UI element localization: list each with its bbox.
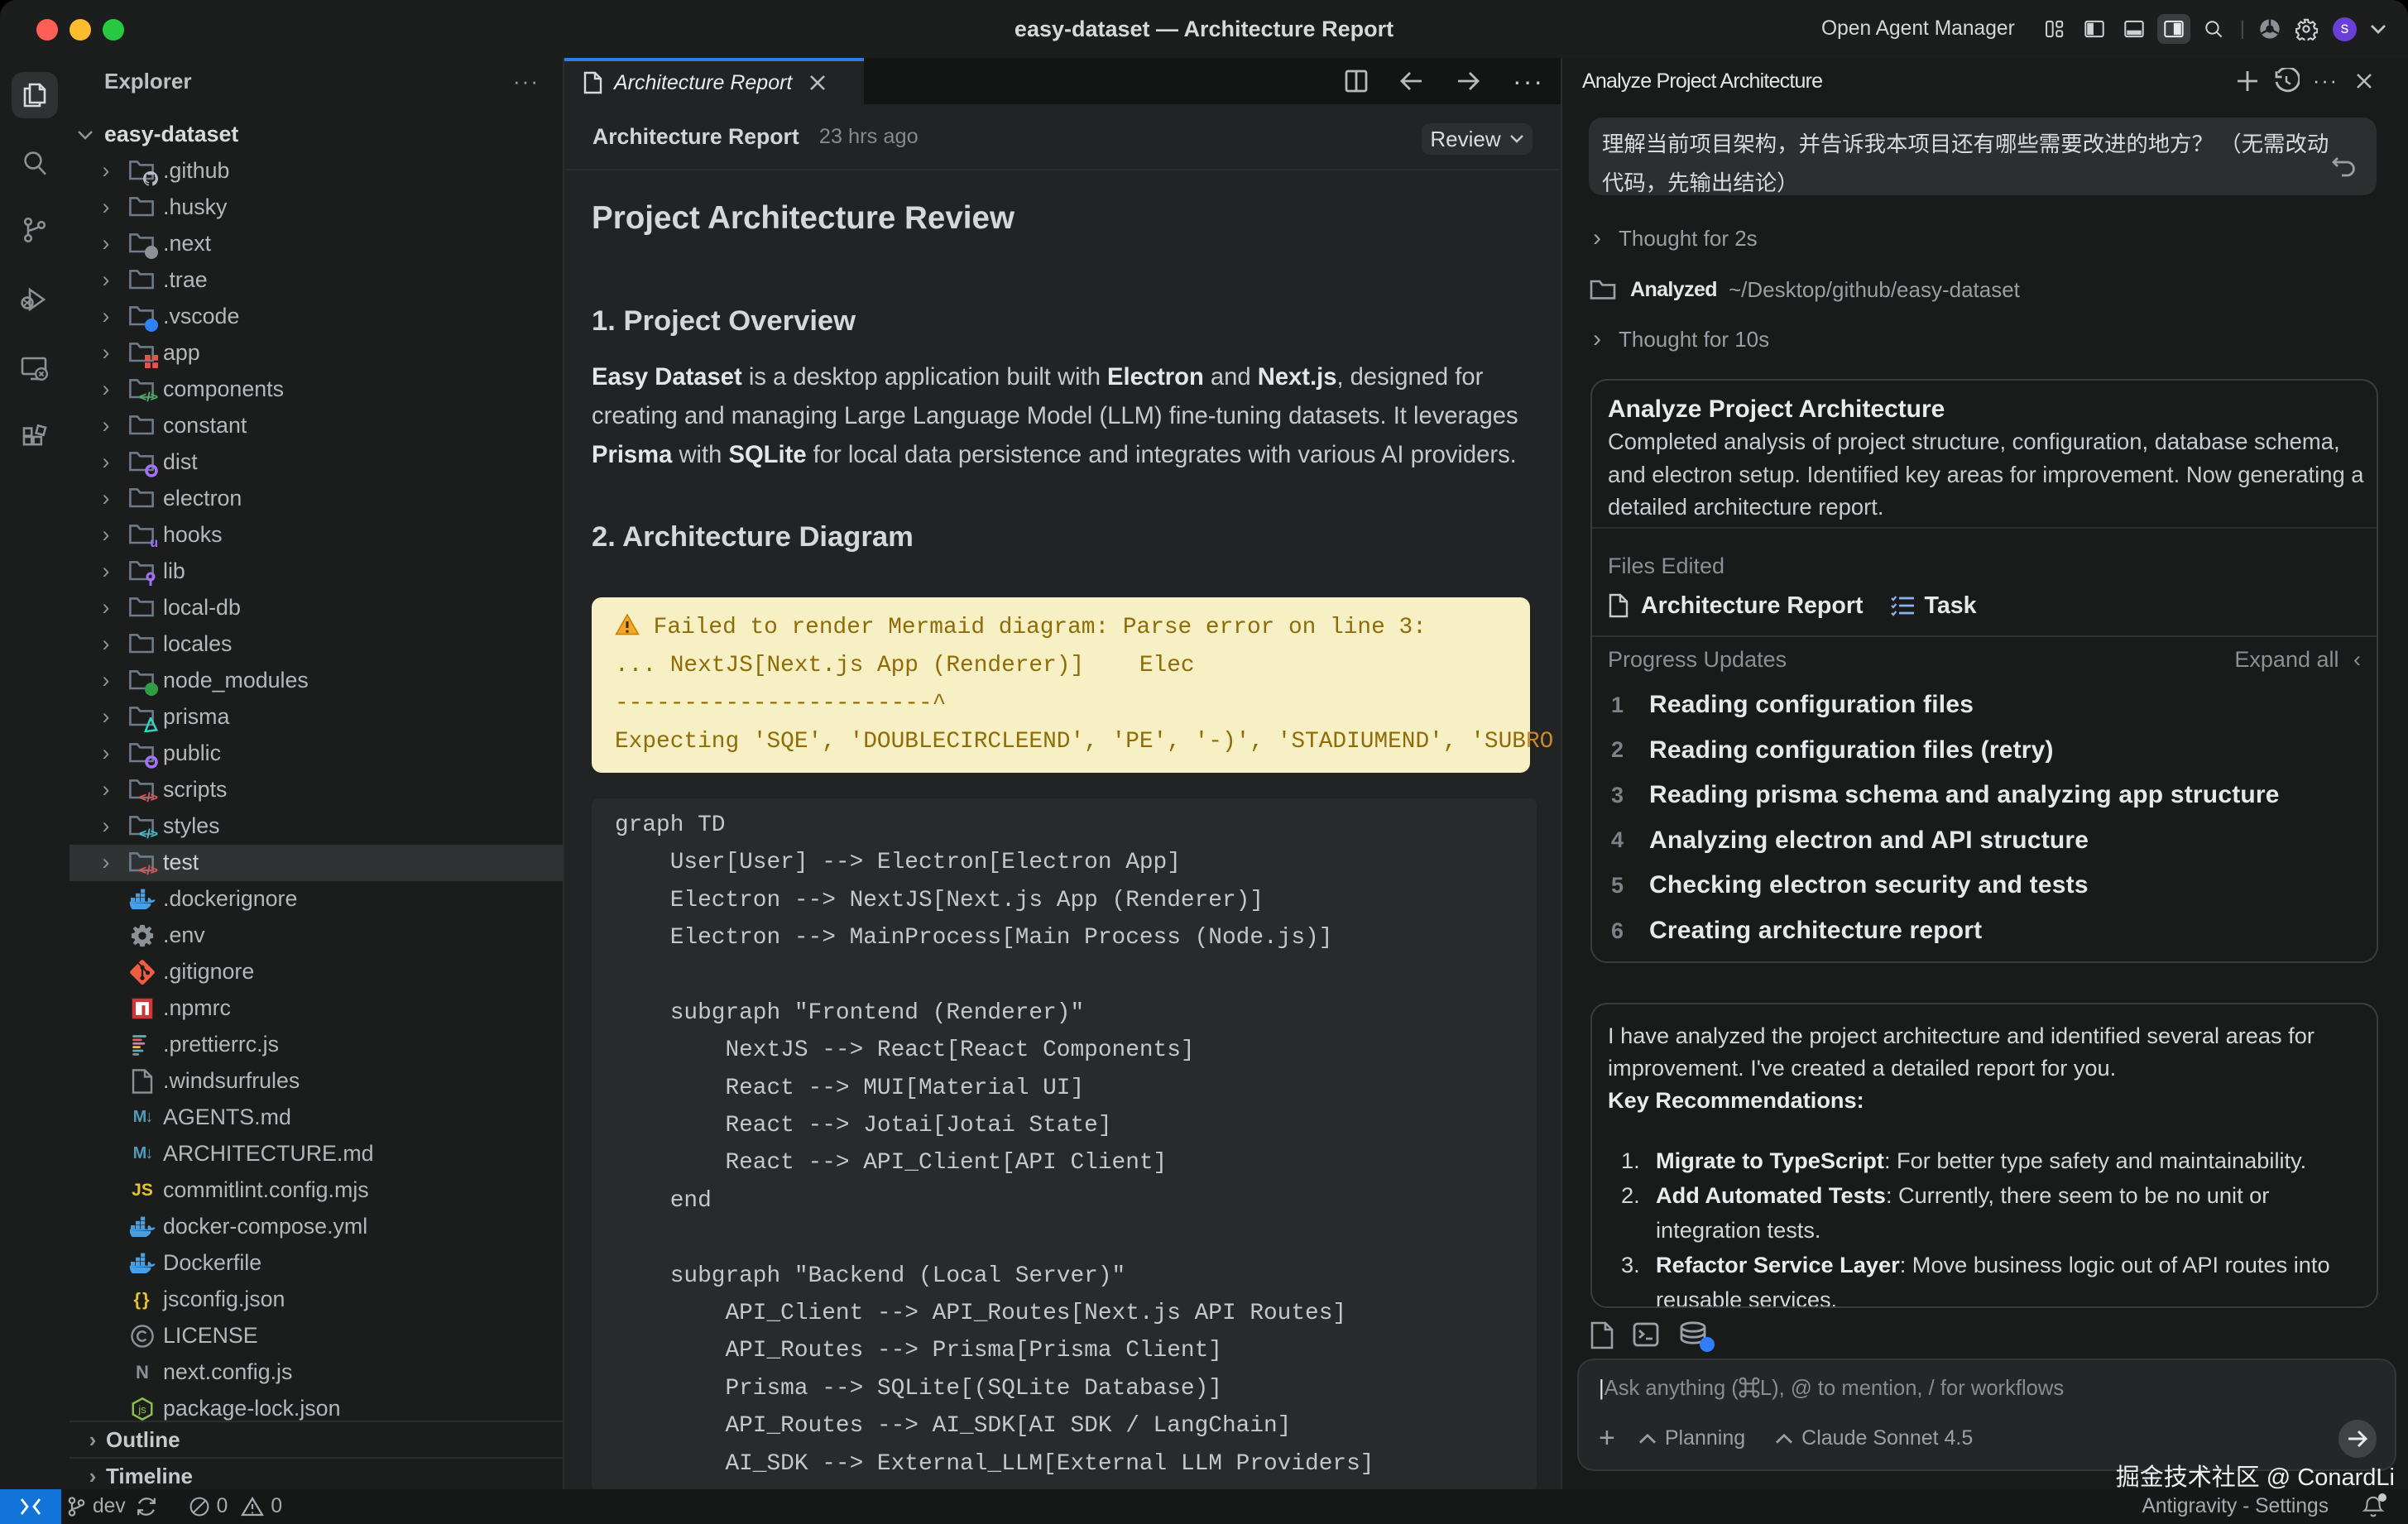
svg-text:js: js bbox=[137, 1402, 146, 1415]
